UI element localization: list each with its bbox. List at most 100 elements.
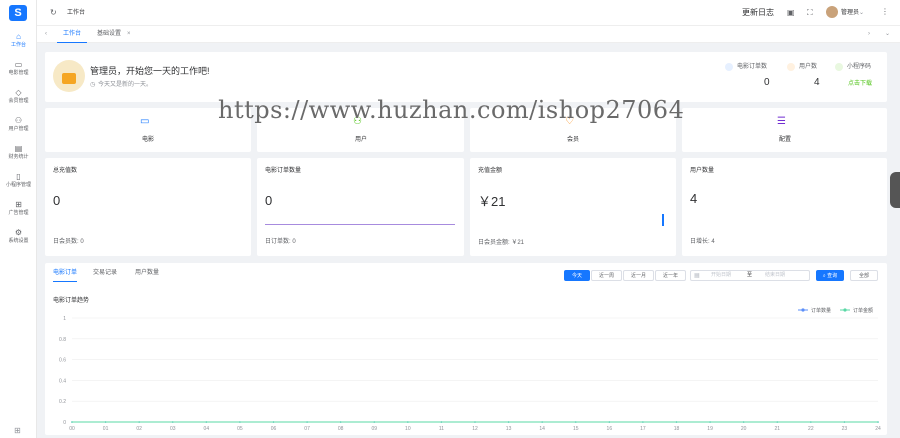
date-start-input[interactable]: 开始日期 xyxy=(711,272,731,279)
sidebar-item-users[interactable]: ⚇ 用户管理 xyxy=(0,114,37,140)
chevron-right-icon[interactable]: › xyxy=(868,30,870,38)
date-end-input[interactable]: 结束日期 xyxy=(765,272,785,279)
all-button[interactable]: 全部 xyxy=(850,270,878,281)
sidebar-item-workbench[interactable]: ⌂ 工作台 xyxy=(0,30,37,56)
side-drawer-handle[interactable] xyxy=(890,172,900,208)
x-tick-label: 05 xyxy=(237,426,243,432)
x-tick-label: 24 xyxy=(875,426,881,432)
sidebar-item-finance[interactable]: ▤ 财务统计 xyxy=(0,142,37,168)
sidebar-item-miniapp[interactable]: ▯ 小程序管理 xyxy=(0,170,37,196)
more-icon[interactable]: ⋮ xyxy=(881,7,889,17)
lock-icon[interactable]: ▣ xyxy=(787,8,795,18)
date-range-picker[interactable]: ▦ 开始日期 至 结束日期 xyxy=(690,270,810,281)
sidebar-item-ads[interactable]: ⊞ 广告管理 xyxy=(0,198,37,224)
fullscreen-icon[interactable]: ⛶ xyxy=(807,8,813,18)
metric-title: 总充值数 xyxy=(53,168,78,174)
sidebar-item-movies[interactable]: ▭ 电影管理 xyxy=(0,58,37,84)
tab-transactions[interactable]: 交易记录 xyxy=(93,269,117,277)
stat-label: 小程序码 xyxy=(847,64,872,70)
x-tick-label: 20 xyxy=(741,426,747,432)
x-tick-label: 11 xyxy=(439,426,444,432)
tabs-bar: ‹ 工作台 基础设置 × › ⌄ xyxy=(37,26,900,43)
search-button[interactable]: ⌕ 查询 xyxy=(816,270,844,281)
legend-label: 订单金额 xyxy=(853,307,873,314)
data-point xyxy=(71,421,73,423)
data-point xyxy=(138,421,140,423)
chevron-left-icon[interactable]: ‹ xyxy=(45,30,47,38)
data-point xyxy=(407,421,409,423)
grid-icon[interactable]: ⊞ xyxy=(14,426,21,436)
shortcut-settings[interactable]: ☰ 配置 xyxy=(682,108,887,152)
sidebar-item-label: 会员管理 xyxy=(8,98,29,104)
metric-card-recharge: 总充值数 0 日会员数: 0 xyxy=(45,158,251,256)
data-point xyxy=(205,421,208,423)
username[interactable]: 管理员 xyxy=(841,9,859,17)
data-point xyxy=(507,421,510,423)
tab-workbench[interactable]: 工作台 xyxy=(57,26,87,43)
x-tick-label: 18 xyxy=(674,426,680,432)
data-point xyxy=(574,421,577,423)
data-point xyxy=(776,421,779,423)
metric-footer: 日订单数: 0 xyxy=(265,239,296,245)
settings-icon: ☰ xyxy=(777,116,786,127)
metric-card-users: 用户数量 4 日增长: 4 xyxy=(682,158,887,256)
legend-label: 订单数量 xyxy=(811,307,831,314)
range-today-button[interactable]: 今天 xyxy=(564,270,590,281)
chevron-down-icon[interactable]: ⌄ xyxy=(859,9,864,17)
tab-user-count[interactable]: 用户数量 xyxy=(135,269,159,277)
close-icon[interactable]: × xyxy=(127,30,131,38)
y-tick-label: 0.6 xyxy=(59,358,66,364)
x-tick-label: 12 xyxy=(472,426,478,432)
data-point xyxy=(742,421,745,423)
x-tick-label: 04 xyxy=(204,426,210,432)
clock-icon: ◷ xyxy=(90,82,96,88)
range-week-button[interactable]: 近一周 xyxy=(591,270,622,281)
app-logo[interactable]: S xyxy=(9,5,27,21)
data-point xyxy=(339,421,342,423)
data-point xyxy=(104,421,107,423)
top-bar: ↻ 工作台 更新日志 ▣ ⛶ 管理员 ⌄ ⋮ xyxy=(37,0,900,26)
mobile-icon: ▯ xyxy=(16,172,21,181)
avatar[interactable] xyxy=(826,6,838,18)
legend-marker xyxy=(801,308,805,312)
range-year-button[interactable]: 近一年 xyxy=(655,270,686,281)
sidebar-item-label: 系统设置 xyxy=(8,238,29,244)
film-icon: ▭ xyxy=(14,60,23,69)
sidebar-item-members[interactable]: ◇ 会员管理 xyxy=(0,86,37,112)
stat-value: 0 xyxy=(764,77,770,88)
stat-label: 用户数 xyxy=(799,64,818,70)
data-point xyxy=(675,421,678,423)
x-tick-label: 00 xyxy=(69,426,75,432)
shortcut-label: 用户 xyxy=(355,137,368,143)
y-tick-label: 0.2 xyxy=(59,399,66,405)
metric-value: 0 xyxy=(53,193,61,208)
movie-icon: ▭ xyxy=(140,116,150,127)
metric-card-amount: 充值金额 ￥21 日会员金额: ￥21 xyxy=(470,158,676,256)
changelog-link[interactable]: 更新日志 xyxy=(742,8,774,18)
miniapp-icon xyxy=(835,63,843,71)
sidebar-item-label: 财务统计 xyxy=(8,154,29,160)
welcome-avatar xyxy=(53,60,85,92)
tab-movie-orders[interactable]: 电影订单 xyxy=(53,269,77,277)
metric-card-orders: 电影订单数量 0 日订单数: 0 xyxy=(257,158,464,256)
date-separator: 至 xyxy=(747,272,753,278)
sidebar-item-label: 用户管理 xyxy=(8,126,29,132)
metric-value: 4 xyxy=(690,191,698,206)
data-point xyxy=(474,421,476,423)
metric-value: ￥21 xyxy=(478,194,506,209)
refresh-icon[interactable]: ↻ xyxy=(50,8,57,18)
data-point xyxy=(642,421,644,423)
y-tick-label: 1 xyxy=(63,316,66,322)
tab-basic-settings[interactable]: 基础设置 xyxy=(97,30,121,38)
users-icon xyxy=(787,63,795,71)
data-point xyxy=(709,421,711,423)
chevron-down-icon[interactable]: ⌄ xyxy=(885,30,890,38)
x-tick-label: 03 xyxy=(170,426,176,432)
metric-title: 用户数量 xyxy=(690,168,715,174)
sidebar-item-system[interactable]: ⚙ 系统设置 xyxy=(0,226,37,252)
data-point xyxy=(306,421,308,423)
shortcut-label: 会员 xyxy=(567,137,580,143)
download-link[interactable]: 点击下载 xyxy=(848,80,872,88)
range-month-button[interactable]: 近一月 xyxy=(623,270,654,281)
welcome-greeting: 管理员，开始您一天的工作吧! xyxy=(90,66,210,76)
